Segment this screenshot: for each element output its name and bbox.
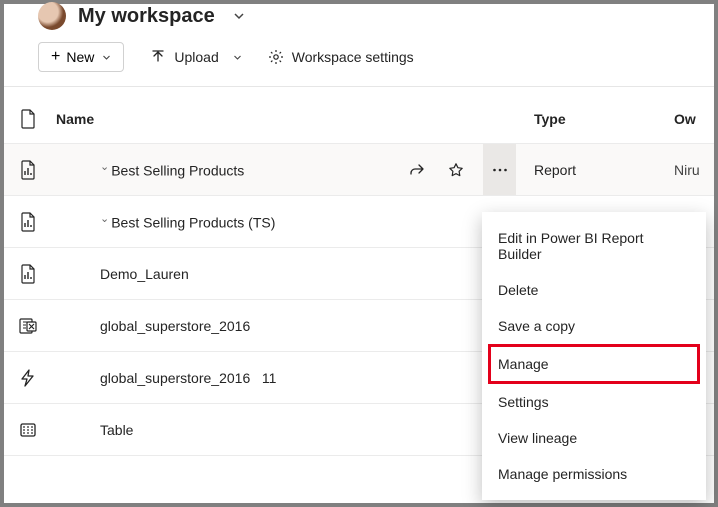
workspace-settings-button[interactable]: Workspace settings	[268, 49, 414, 65]
item-owner: Niru	[674, 162, 714, 178]
favorite-icon[interactable]	[444, 156, 470, 184]
item-name: Best Selling Products (TS)	[111, 215, 275, 231]
toolbar: + New Upload Workspace settings	[4, 28, 714, 86]
workspace-header: My workspace	[4, 4, 714, 28]
report-icon	[20, 160, 36, 180]
upload-label: Upload	[174, 49, 218, 65]
header-owner[interactable]: Ow	[674, 111, 714, 127]
menu-item-manage-permissions[interactable]: Manage permissions	[482, 456, 706, 492]
share-icon[interactable]	[404, 156, 430, 184]
report-icon	[20, 264, 36, 284]
report-icon	[20, 212, 36, 232]
item-count: 11	[262, 370, 277, 386]
upload-button[interactable]: Upload	[150, 49, 241, 65]
workspace-title: My workspace	[78, 5, 215, 28]
header-name[interactable]: Name	[52, 111, 404, 127]
badge-icon: ⌄	[100, 213, 109, 225]
chevron-down-icon	[102, 53, 111, 62]
menu-item-delete[interactable]: Delete	[482, 272, 706, 308]
badge-icon: ⌄	[100, 161, 109, 173]
item-type: Report	[524, 162, 674, 178]
header-type[interactable]: Type	[524, 111, 674, 127]
menu-item-manage[interactable]: Manage	[490, 346, 698, 382]
more-options-icon[interactable]	[483, 144, 516, 196]
workspace-settings-label: Workspace settings	[292, 49, 414, 65]
plus-icon: +	[51, 49, 60, 65]
gear-icon	[268, 49, 284, 65]
document-icon	[20, 109, 36, 129]
chevron-down-icon	[233, 53, 242, 62]
avatar	[38, 2, 66, 30]
new-button-label: New	[66, 49, 94, 65]
table-header: Name Type Ow	[4, 87, 714, 143]
item-name: Table	[100, 422, 133, 438]
header-icon-col	[4, 109, 52, 129]
context-menu: Edit in Power BI Report Builder Delete S…	[482, 212, 706, 500]
menu-item-edit-builder[interactable]: Edit in Power BI Report Builder	[482, 220, 706, 272]
dataflow-icon	[19, 369, 37, 387]
new-button[interactable]: + New	[38, 42, 124, 72]
table-icon	[19, 421, 37, 439]
upload-icon	[150, 49, 166, 65]
table-row[interactable]: ⌄Best Selling Products Report Niru	[4, 143, 714, 195]
item-name: Best Selling Products	[111, 163, 244, 179]
chevron-down-icon[interactable]	[233, 10, 245, 22]
menu-item-save-copy[interactable]: Save a copy	[482, 308, 706, 344]
item-name: global_superstore_2016	[100, 370, 250, 386]
menu-item-settings[interactable]: Settings	[482, 384, 706, 420]
workbook-icon	[19, 317, 37, 335]
workspace-window: My workspace + New Upload Workspace	[0, 0, 718, 507]
item-name: Demo_Lauren	[100, 266, 189, 282]
item-name: global_superstore_2016	[100, 318, 250, 334]
menu-item-view-lineage[interactable]: View lineage	[482, 420, 706, 456]
